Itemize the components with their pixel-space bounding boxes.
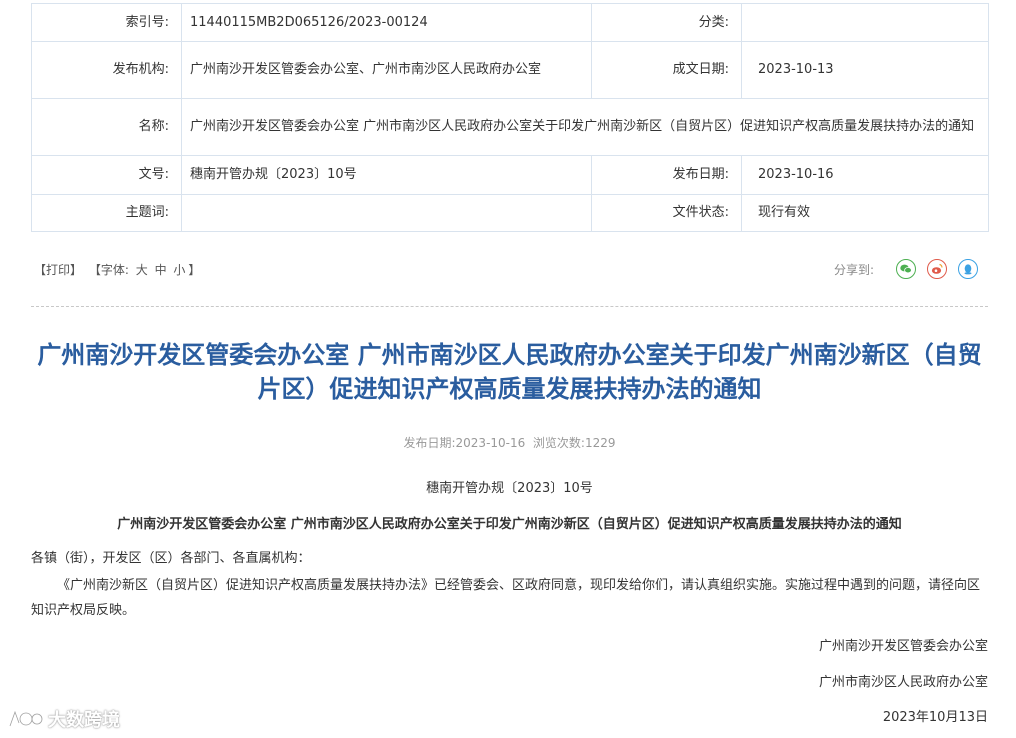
font-small-link[interactable]: 小 [173,263,185,277]
category-value [741,3,989,42]
created-date-value: 2023-10-13 [741,41,989,99]
category-label: 分类: [591,3,742,42]
watermark: 大数跨境 [6,706,120,732]
article-body: 《广州南沙新区（自贸片区）促进知识产权高质量发展扶持办法》已经管委会、区政府同意… [31,578,981,618]
sign-date: 2023年10月13日 [882,710,988,725]
published-date-label: 发布日期: [591,155,742,195]
doc-name-value: 广州南沙开发区管委会办公室 广州市南沙区人民政府办公室关于印发广州南沙新区（自贸… [181,98,989,156]
pub-date-value: 2023-10-16 [455,436,526,450]
article-subject: 广州南沙开发区管委会办公室 广州市南沙区人民政府办公室关于印发广州南沙新区（自贸… [117,517,902,532]
issuer-value: 广州南沙开发区管委会办公室、广州市南沙区人民政府办公室 [181,41,592,99]
doc-name-label: 名称: [31,98,182,156]
dashed-divider [31,306,988,307]
font-medium-link[interactable]: 中 [155,263,167,277]
index-label: 索引号: [31,3,182,42]
watermark-logo-icon [8,708,44,727]
article-doc-number: 穗南开管办规〔2023〕10号 [426,481,593,496]
font-large-link[interactable]: 大 [136,263,148,277]
font-size-suffix: 】 [188,263,201,277]
doc-number-label: 文号: [31,155,182,195]
views-value: 1229 [584,436,616,450]
signatory-2: 广州市南沙区人民政府办公室 [818,675,988,690]
qq-icon[interactable] [958,259,978,279]
signatory-1: 广州南沙开发区管委会办公室 [818,639,988,654]
doc-number-value: 穗南开管办规〔2023〕10号 [181,155,592,195]
status-value: 现行有效 [741,194,989,232]
article-salutation: 各镇（街），开发区（区）各部门、各直属机构： [31,551,311,566]
issuer-label: 发布机构: [31,41,182,99]
document-meta-table: 索引号: 11440115MB2D065126/2023-00124 分类: 发… [31,3,989,232]
published-date-value: 2023-10-16 [741,155,989,195]
print-link[interactable]: 【打印】 [34,263,82,277]
weibo-icon[interactable] [927,259,947,279]
watermark-text: 大数跨境 [48,710,120,731]
status-label: 文件状态: [591,194,742,232]
keywords-value [181,194,592,232]
share-label: 分享到: [834,263,875,277]
wechat-icon[interactable] [896,259,916,279]
keywords-label: 主题词: [31,194,182,232]
article-title: 广州南沙开发区管委会办公室 广州市南沙区人民政府办公室关于印发广州南沙新区（自贸… [37,341,982,403]
article-pub-info: 发布日期:2023-10-16 浏览次数:1229 [31,434,988,451]
article-tools: 【打印】 【字体: 大 中 小】 [34,261,203,278]
font-size-prefix: 【字体: [88,263,129,277]
created-date-label: 成文日期: [591,41,742,99]
pub-date-label: 发布日期: [403,436,456,450]
index-value: 11440115MB2D065126/2023-00124 [181,3,592,42]
views-label: 浏览次数: [532,436,585,450]
